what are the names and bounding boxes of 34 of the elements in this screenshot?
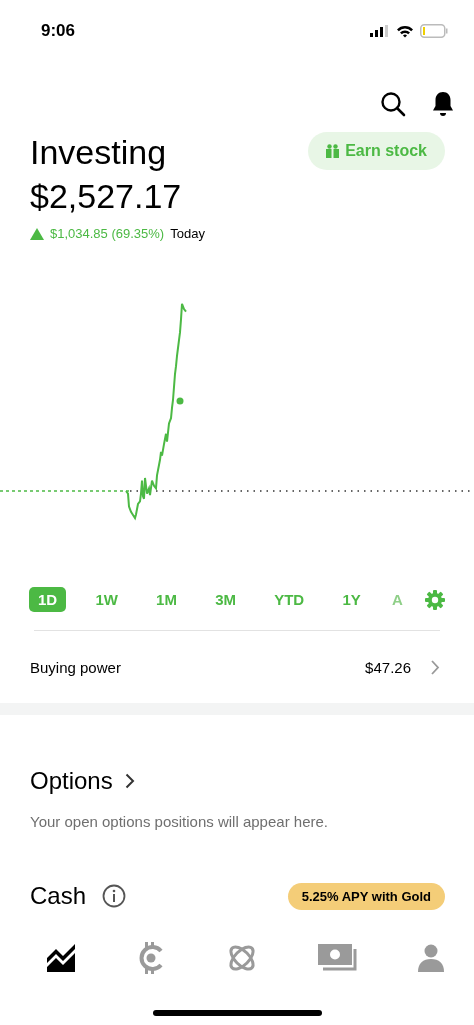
range-tab[interactable]: A — [389, 587, 405, 612]
info-icon[interactable] — [102, 884, 127, 908]
range-tab[interactable]: 1M — [147, 587, 186, 612]
search-icon[interactable] — [380, 91, 406, 117]
cash-icon[interactable] — [317, 944, 358, 972]
change-period: Today — [170, 226, 205, 241]
signal-icon — [370, 25, 390, 37]
change-amount: $1,034.85 (69.35%) — [50, 226, 165, 241]
range-tab[interactable]: 1Y — [333, 587, 370, 612]
buying-power-row[interactable]: Buying power $47.26 — [0, 631, 474, 703]
chart-icon[interactable] — [47, 944, 77, 972]
battery-icon — [420, 24, 448, 38]
page-title: Investing — [30, 132, 168, 173]
current-price-dot — [176, 397, 184, 405]
earn-stock-button[interactable]: Earn stock — [308, 132, 445, 170]
cash-title: Cash — [30, 882, 87, 910]
portfolio-value: $2,527.17 — [30, 176, 182, 217]
range-tab[interactable]: YTD — [265, 587, 314, 612]
status-time: 9:06 — [41, 21, 76, 41]
range-tab[interactable]: 3M — [206, 587, 245, 612]
notification-bell-icon[interactable] — [432, 91, 454, 117]
wifi-icon — [396, 24, 414, 38]
options-title[interactable]: Options — [30, 767, 113, 795]
person-icon[interactable] — [418, 944, 444, 972]
options-description: Your open options positions will appear here. — [29, 812, 329, 830]
settings-icon[interactable] — [425, 589, 445, 610]
buying-power-label: Buying power — [30, 658, 122, 676]
range-tab[interactable]: 1D — [29, 587, 67, 612]
buying-power-value: $47.26 — [365, 658, 411, 676]
chevron-right-icon — [431, 659, 440, 675]
chevron-right-icon — [124, 773, 135, 789]
gift-icon — [326, 144, 340, 158]
apy-badge[interactable]: 5.25% APY with Gold — [287, 882, 445, 910]
range-tab[interactable]: 1W — [86, 587, 127, 612]
